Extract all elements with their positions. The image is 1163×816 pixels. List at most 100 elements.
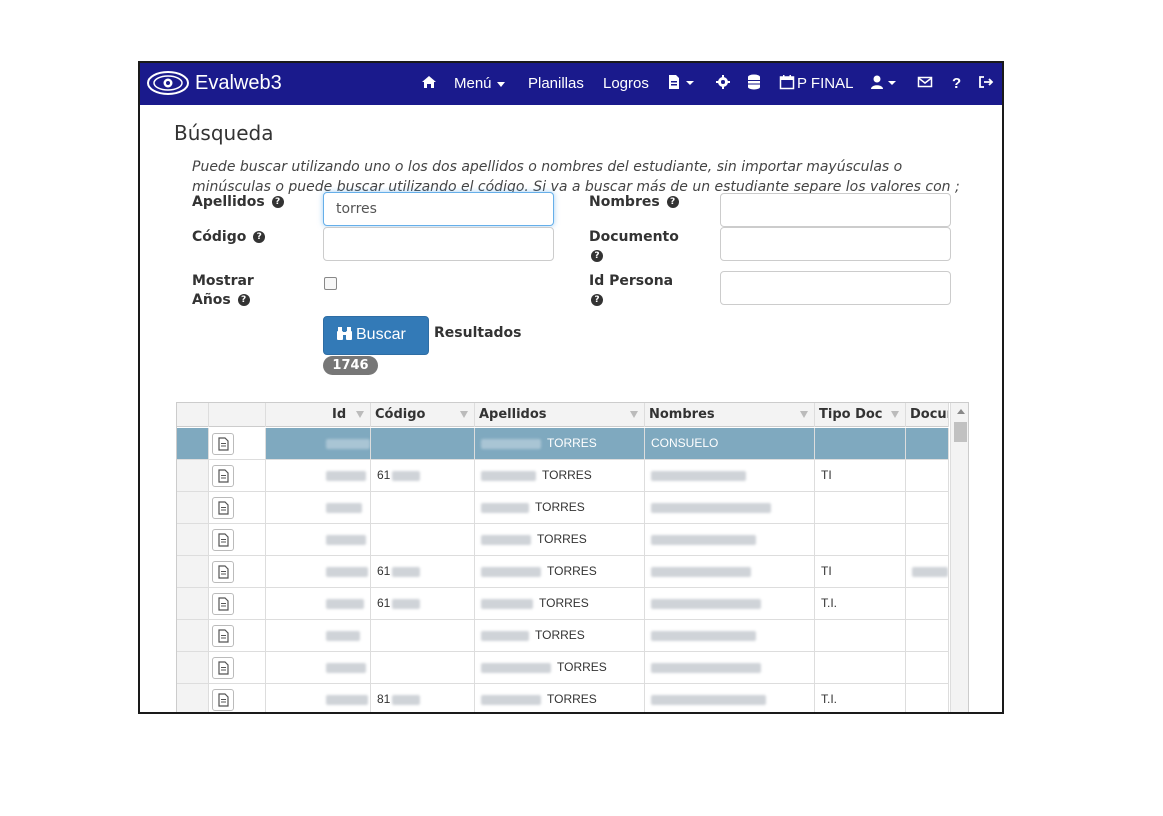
header-tipodoc[interactable]: Tipo Doc xyxy=(815,403,906,427)
codigo-text: 61 xyxy=(377,596,391,610)
id-cell xyxy=(266,652,371,683)
tipodoc-cell: TI xyxy=(815,460,906,491)
documento-cell xyxy=(906,556,949,587)
documento-cell xyxy=(906,588,949,619)
scroll-up-icon[interactable] xyxy=(957,409,965,414)
nombres-cell xyxy=(645,588,815,619)
tipodoc-cell: TI xyxy=(815,556,906,587)
filter-icon[interactable] xyxy=(891,411,899,418)
table-row[interactable]: 81 TORRES T.I. xyxy=(177,684,949,712)
app-frame: Evalweb3 Menú Planillas Logros P FINAL ? xyxy=(138,61,1004,714)
logout-icon[interactable] xyxy=(978,74,996,92)
table-row[interactable]: 61 TORRES T.I. xyxy=(177,588,949,620)
apellidos-cell: TORRES xyxy=(475,492,645,523)
idpersona-label: Id Persona? xyxy=(589,273,674,306)
view-document-icon[interactable] xyxy=(212,465,234,487)
view-document-icon[interactable] xyxy=(212,561,234,583)
row-number-cell xyxy=(177,588,209,619)
nombres-cell xyxy=(645,524,815,555)
row-action-cell xyxy=(209,620,266,651)
documento-cell xyxy=(906,652,949,683)
table-row[interactable]: 61 TORRES TI xyxy=(177,460,949,492)
nombres-cell xyxy=(645,492,815,523)
nav-logros[interactable]: Logros xyxy=(603,75,649,92)
apellidos-label: Apellidos ? xyxy=(192,193,284,212)
scroll-thumb[interactable] xyxy=(954,422,967,442)
file-dropdown[interactable] xyxy=(667,74,699,92)
header-nombres[interactable]: Nombres xyxy=(645,403,815,427)
documento-cell xyxy=(906,492,949,523)
row-action-cell xyxy=(209,684,266,712)
view-document-icon[interactable] xyxy=(212,529,234,551)
database-icon[interactable] xyxy=(747,74,765,92)
gear-icon[interactable] xyxy=(715,74,733,92)
page-title: Búsqueda xyxy=(174,121,274,145)
view-document-icon[interactable] xyxy=(212,433,234,455)
row-number-cell xyxy=(177,620,209,651)
envelope-icon[interactable] xyxy=(917,74,935,92)
filter-icon[interactable] xyxy=(460,411,468,418)
buscar-button[interactable]: Buscar xyxy=(323,316,429,355)
home-icon[interactable] xyxy=(421,74,439,92)
period-label[interactable]: P FINAL xyxy=(797,75,853,92)
header-rownum xyxy=(177,403,209,427)
filter-icon[interactable] xyxy=(356,411,364,418)
row-number-cell xyxy=(177,428,209,459)
nombres-input[interactable] xyxy=(720,193,951,227)
view-document-icon[interactable] xyxy=(212,625,234,647)
user-icon xyxy=(871,75,896,89)
filter-icon[interactable] xyxy=(630,411,638,418)
view-document-icon[interactable] xyxy=(212,657,234,679)
view-document-icon[interactable] xyxy=(212,497,234,519)
row-action-cell xyxy=(209,460,266,491)
tipodoc-cell xyxy=(815,652,906,683)
nombres-cell: CONSUELO xyxy=(645,428,815,459)
filter-icon[interactable] xyxy=(800,411,808,418)
documento-cell xyxy=(906,620,949,651)
header-codigo[interactable]: Código xyxy=(371,403,475,427)
menu-dropdown[interactable]: Menú xyxy=(454,75,505,92)
user-dropdown[interactable] xyxy=(870,74,900,92)
question-circle-icon: ? xyxy=(591,250,603,262)
view-document-icon[interactable] xyxy=(212,689,234,711)
question-icon[interactable]: ? xyxy=(952,75,961,92)
header-apellidos[interactable]: Apellidos xyxy=(475,403,645,427)
nombres-cell xyxy=(645,460,815,491)
table-row[interactable]: TORRES xyxy=(177,492,949,524)
table-row[interactable]: TORRES xyxy=(177,524,949,556)
row-action-cell xyxy=(209,524,266,555)
vertical-scrollbar[interactable] xyxy=(950,403,968,712)
table-row[interactable]: 61 TORRES TI xyxy=(177,556,949,588)
question-circle-icon: ? xyxy=(666,196,679,208)
header-documento[interactable]: Docur xyxy=(906,403,949,427)
table-row[interactable]: TORRES xyxy=(177,652,949,684)
table-row[interactable]: TORRES CONSUELO xyxy=(177,428,949,460)
calendar-icon[interactable] xyxy=(779,74,797,92)
question-circle-icon: ? xyxy=(271,196,284,208)
apellidos-text: TORRES xyxy=(539,596,589,610)
apellidos-cell: TORRES xyxy=(475,460,645,491)
apellidos-cell: TORRES xyxy=(475,556,645,587)
binoculars-icon xyxy=(337,327,352,340)
tipodoc-cell xyxy=(815,492,906,523)
codigo-input[interactable] xyxy=(323,227,554,261)
id-cell xyxy=(266,684,371,712)
table-row[interactable]: TORRES xyxy=(177,620,949,652)
apellidos-text: TORRES xyxy=(537,532,587,546)
apellidos-input[interactable] xyxy=(323,192,554,226)
nav-planillas[interactable]: Planillas xyxy=(528,75,584,92)
row-number-cell xyxy=(177,524,209,555)
codigo-text: 61 xyxy=(377,468,391,482)
documento-input[interactable] xyxy=(720,227,951,261)
eye-logo-icon[interactable] xyxy=(145,69,191,97)
header-action xyxy=(209,403,266,427)
nombres-cell xyxy=(645,684,815,712)
view-document-icon[interactable] xyxy=(212,593,234,615)
resultados-label: Resultados xyxy=(434,325,522,341)
row-number-cell xyxy=(177,684,209,712)
idpersona-input[interactable] xyxy=(720,271,951,305)
brand-title[interactable]: Evalweb3 xyxy=(195,72,282,95)
header-id[interactable]: Id xyxy=(266,403,371,427)
codigo-text: 61 xyxy=(377,564,391,578)
mostrar-anos-checkbox[interactable] xyxy=(324,277,337,290)
